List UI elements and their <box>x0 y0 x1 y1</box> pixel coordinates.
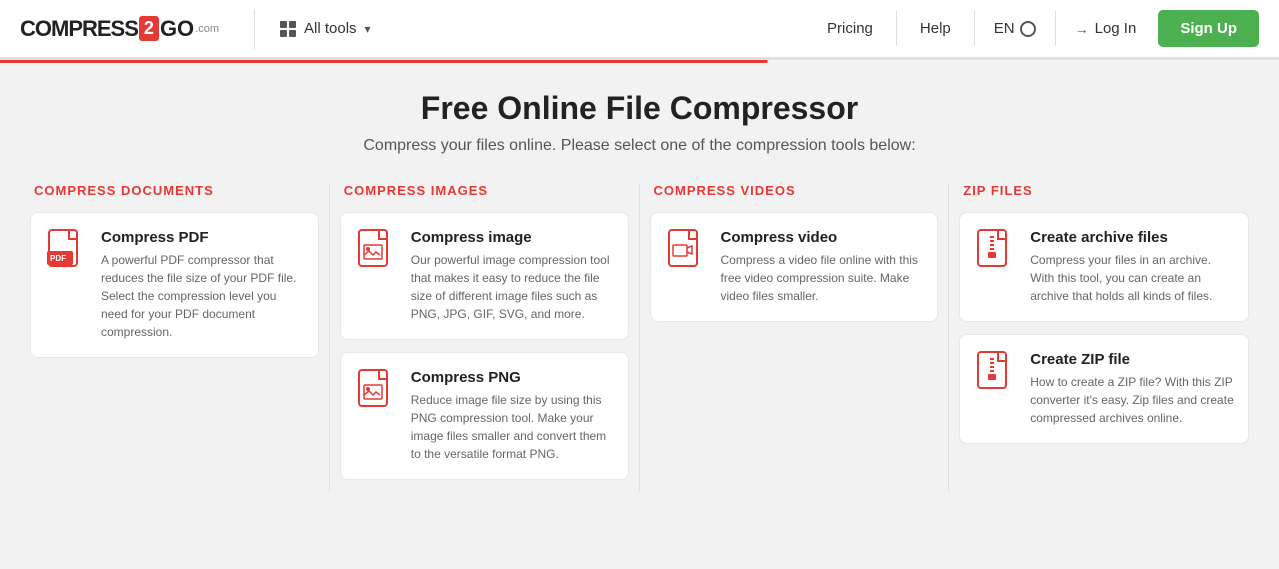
nav-divider-2 <box>974 11 975 46</box>
all-tools-label: All tools <box>304 20 357 37</box>
grid-icon <box>280 21 296 37</box>
header-right: Pricing Help EN → Log In Sign Up <box>809 10 1259 47</box>
column-images: COMPRESS IMAGES Compress image Our power… <box>330 183 640 492</box>
card-create-zip[interactable]: Create ZIP file How to create a ZIP file… <box>959 334 1249 444</box>
svg-text:PDF: PDF <box>50 254 66 263</box>
column-documents: COMPRESS DOCUMENTS PDF Compress PDF A po… <box>20 183 330 492</box>
all-tools-button[interactable]: All tools ▾ <box>270 14 381 43</box>
logo-text1: COMPRESS <box>20 16 138 42</box>
pricing-link[interactable]: Pricing <box>809 14 891 43</box>
nav-divider-1 <box>896 11 897 46</box>
card-desc-create-zip: How to create a ZIP file? With this ZIP … <box>1030 373 1234 427</box>
column-zip: ZIP FILES Create archive files Co <box>949 183 1259 492</box>
card-desc-compress-video: Compress a video file online with this f… <box>721 251 924 305</box>
card-body-compress-png: Compress PNG Reduce image file size by u… <box>411 369 614 463</box>
card-body-compress-pdf: Compress PDF A powerful PDF compressor t… <box>101 229 304 341</box>
logo[interactable]: COMPRESS 2 GO .com <box>20 16 219 42</box>
zip-icon <box>974 351 1018 395</box>
image-icon <box>355 229 399 273</box>
column-videos: COMPRESS VIDEOS Compress video Compress … <box>640 183 950 492</box>
logo-box: 2 <box>139 16 159 41</box>
lang-label: EN <box>994 20 1015 37</box>
pdf-icon: PDF <box>45 229 89 273</box>
card-desc-compress-image: Our powerful image compression tool that… <box>411 251 614 323</box>
login-button[interactable]: → Log In <box>1061 14 1151 43</box>
signup-button[interactable]: Sign Up <box>1158 10 1259 47</box>
language-selector[interactable]: EN <box>980 14 1050 43</box>
logo-text2: GO <box>160 16 194 42</box>
main-content: Free Online File Compressor Compress you… <box>0 60 1279 512</box>
card-body-create-zip: Create ZIP file How to create a ZIP file… <box>1030 351 1234 427</box>
page-title: Free Online File Compressor <box>20 90 1259 127</box>
card-title-create-archive: Create archive files <box>1030 229 1234 246</box>
archive-icon <box>974 229 1018 273</box>
card-desc-compress-png: Reduce image file size by using this PNG… <box>411 391 614 463</box>
nav-divider-3 <box>1055 11 1056 46</box>
card-desc-compress-pdf: A powerful PDF compressor that reduces t… <box>101 251 304 341</box>
logo-com: .com <box>195 23 219 35</box>
tool-columns: COMPRESS DOCUMENTS PDF Compress PDF A po… <box>20 183 1259 492</box>
card-body-compress-image: Compress image Our powerful image compre… <box>411 229 614 323</box>
help-link[interactable]: Help <box>902 14 969 43</box>
column-title-images: COMPRESS IMAGES <box>340 183 629 198</box>
chevron-down-icon: ▾ <box>365 22 371 36</box>
card-compress-image[interactable]: Compress image Our powerful image compre… <box>340 212 629 340</box>
globe-icon <box>1020 21 1036 37</box>
card-compress-video[interactable]: Compress video Compress a video file onl… <box>650 212 939 322</box>
card-body-create-archive: Create archive files Compress your files… <box>1030 229 1234 305</box>
card-title-create-zip: Create ZIP file <box>1030 351 1234 368</box>
column-title-documents: COMPRESS DOCUMENTS <box>30 183 319 198</box>
login-arrow-icon: → <box>1075 21 1089 37</box>
video-icon <box>665 229 709 273</box>
card-title-compress-pdf: Compress PDF <box>101 229 304 246</box>
png-icon <box>355 369 399 413</box>
column-title-zip: ZIP FILES <box>959 183 1249 198</box>
login-label: Log In <box>1095 20 1137 37</box>
card-compress-pdf[interactable]: PDF Compress PDF A powerful PDF compress… <box>30 212 319 358</box>
card-create-archive[interactable]: Create archive files Compress your files… <box>959 212 1249 322</box>
card-title-compress-png: Compress PNG <box>411 369 614 386</box>
page-subtitle: Compress your files online. Please selec… <box>20 137 1259 155</box>
card-title-compress-video: Compress video <box>721 229 924 246</box>
column-title-videos: COMPRESS VIDEOS <box>650 183 939 198</box>
card-compress-png[interactable]: Compress PNG Reduce image file size by u… <box>340 352 629 480</box>
header: COMPRESS 2 GO .com All tools ▾ Pricing H… <box>0 0 1279 60</box>
card-title-compress-image: Compress image <box>411 229 614 246</box>
card-body-compress-video: Compress video Compress a video file onl… <box>721 229 924 305</box>
card-desc-create-archive: Compress your files in an archive. With … <box>1030 251 1234 305</box>
header-divider <box>254 9 255 49</box>
